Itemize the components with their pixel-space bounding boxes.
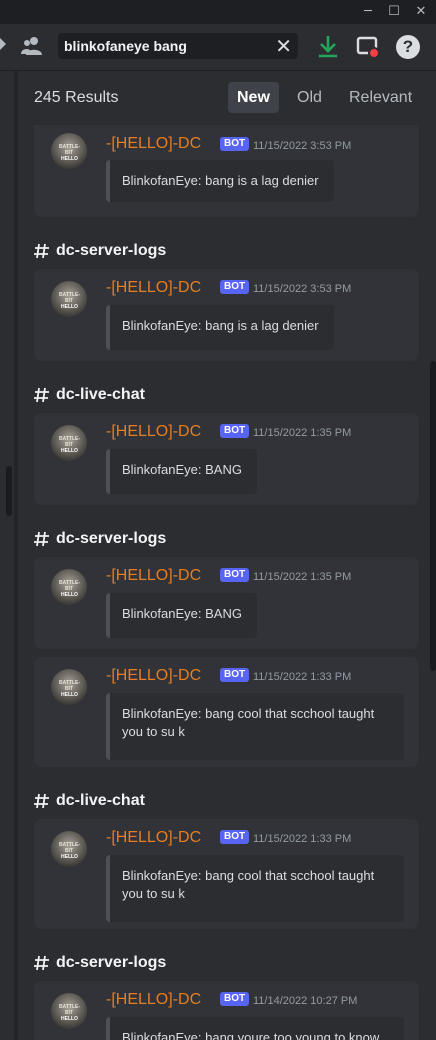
text-channel-icon bbox=[34, 387, 50, 403]
results-count: 245 Results bbox=[34, 89, 119, 106]
message-text: BlinkofanEye: bang cool that scchool tau… bbox=[122, 868, 375, 901]
message-text: BlinkofanEye: bang is a lag denier bbox=[122, 173, 319, 188]
timestamp: 11/15/2022 3:53 PM bbox=[253, 140, 352, 152]
close-window-button[interactable]: ✕ bbox=[410, 2, 432, 22]
scrollbar-thumb[interactable] bbox=[6, 466, 12, 516]
people-icon[interactable] bbox=[21, 36, 43, 56]
maximize-button[interactable]: ☐ bbox=[383, 2, 405, 22]
avatar[interactable]: BATTLE-BIT HELLO bbox=[51, 425, 87, 461]
channel-name[interactable]: dc-server-logs bbox=[56, 530, 166, 548]
screen-share-icon[interactable] bbox=[356, 35, 380, 59]
timestamp: 11/15/2022 1:33 PM bbox=[253, 833, 352, 845]
message-embed: BlinkofanEye: bang is a lag denier bbox=[106, 160, 334, 202]
message-embed: BlinkofanEye: bang cool that scchool tau… bbox=[106, 855, 404, 922]
message-embed: BlinkofanEye: BANG bbox=[106, 593, 257, 638]
timestamp: 11/15/2022 1:35 PM bbox=[253, 427, 352, 439]
sort-new-button[interactable]: New bbox=[228, 82, 279, 113]
collapse-arrow-icon[interactable] bbox=[0, 38, 6, 50]
bot-badge: BOT bbox=[220, 992, 250, 1006]
message-text: BlinkofanEye: bang cool that scchool tau… bbox=[122, 706, 375, 739]
channel-header[interactable]: dc-live-chat bbox=[34, 790, 145, 812]
bot-badge: BOT bbox=[220, 568, 250, 582]
avatar[interactable]: BATTLE-BIT HELLO bbox=[51, 669, 87, 705]
help-icon[interactable]: ? bbox=[396, 35, 420, 59]
channel-name[interactable]: dc-live-chat bbox=[56, 792, 145, 810]
message-embed: BlinkofanEye: bang is a lag denier bbox=[106, 305, 334, 350]
bot-badge: BOT bbox=[220, 668, 250, 682]
results-header: 245 Results New Old Relevant bbox=[18, 71, 436, 125]
search-value[interactable]: blinkofaneye bang bbox=[64, 38, 187, 54]
avatar[interactable]: BATTLE-BIT HELLO bbox=[51, 133, 87, 169]
channel-header[interactable]: dc-server-logs bbox=[34, 952, 166, 974]
bot-badge: BOT bbox=[220, 830, 250, 844]
author-name[interactable]: -[HELLO]-DC bbox=[106, 667, 201, 685]
search-results-panel: 245 Results New Old Relevant BATTLE-BIT H… bbox=[18, 71, 436, 1040]
search-result[interactable]: BATTLE-BIT HELLO -[HELLO]-DC BOT 11/15/20… bbox=[34, 413, 419, 505]
search-result[interactable]: BATTLE-BIT HELLO -[HELLO]-DC BOT 11/15/20… bbox=[34, 819, 419, 929]
text-channel-icon bbox=[34, 793, 50, 809]
author-name[interactable]: -[HELLO]-DC bbox=[106, 829, 201, 847]
message-text: BlinkofanEye: bang is a lag denier bbox=[122, 318, 319, 333]
channel-name[interactable]: dc-live-chat bbox=[56, 386, 145, 404]
timestamp: 11/15/2022 1:33 PM bbox=[253, 671, 352, 683]
sort-old-button[interactable]: Old bbox=[288, 82, 331, 113]
search-result[interactable]: BATTLE-BIT HELLO -[HELLO]-DC BOT 11/15/20… bbox=[34, 557, 419, 649]
text-channel-icon bbox=[34, 243, 50, 259]
channel-name[interactable]: dc-server-logs bbox=[56, 954, 166, 972]
author-name[interactable]: -[HELLO]-DC bbox=[106, 991, 201, 1009]
search-result[interactable]: BATTLE-BIT HELLO -[HELLO]-DC BOT 11/14/20… bbox=[34, 981, 419, 1040]
avatar[interactable]: BATTLE-BIT HELLO bbox=[51, 281, 87, 317]
channel-name[interactable]: dc-server-logs bbox=[56, 242, 166, 260]
message-embed: BlinkofanEye: bang youre too young to kn… bbox=[106, 1017, 404, 1040]
search-result[interactable]: BATTLE-BIT HELLO -[HELLO]-DC BOT 11/15/20… bbox=[34, 269, 419, 361]
author-name[interactable]: -[HELLO]-DC bbox=[106, 279, 201, 297]
timestamp: 11/15/2022 3:53 PM bbox=[253, 283, 352, 295]
author-name[interactable]: -[HELLO]-DC bbox=[106, 567, 201, 585]
author-name[interactable]: -[HELLO]-DC bbox=[106, 423, 201, 441]
minimize-button[interactable]: ─ bbox=[357, 2, 379, 22]
message-text: BlinkofanEye: BANG bbox=[122, 606, 242, 621]
message-embed: BlinkofanEye: BANG bbox=[106, 449, 257, 494]
download-icon[interactable] bbox=[317, 35, 339, 59]
channel-header[interactable]: dc-server-logs bbox=[34, 240, 166, 262]
text-channel-icon bbox=[34, 955, 50, 971]
avatar[interactable]: BATTLE-BIT HELLO bbox=[51, 993, 87, 1029]
search-input[interactable]: blinkofaneye bang ✕ bbox=[58, 33, 298, 59]
search-result[interactable]: BATTLE-BIT HELLO -[HELLO]-DC BOT 11/15/20… bbox=[34, 657, 419, 767]
author-name[interactable]: -[HELLO]-DC bbox=[106, 135, 201, 153]
text-channel-icon bbox=[34, 531, 50, 547]
message-embed: BlinkofanEye: bang cool that scchool tau… bbox=[106, 693, 404, 760]
sort-relevant-button[interactable]: Relevant bbox=[340, 82, 421, 113]
channel-header[interactable]: dc-live-chat bbox=[34, 384, 145, 406]
timestamp: 11/14/2022 10:27 PM bbox=[253, 995, 358, 1007]
message-text: BlinkofanEye: BANG bbox=[122, 462, 242, 477]
timestamp: 11/15/2022 1:35 PM bbox=[253, 571, 352, 583]
search-result[interactable]: BATTLE-BIT HELLO -[HELLO]-DC BOT 11/15/20… bbox=[34, 117, 419, 217]
avatar[interactable]: BATTLE-BIT HELLO bbox=[51, 569, 87, 605]
title-bar: ─ ☐ ✕ bbox=[0, 0, 436, 24]
results-scrollbar[interactable] bbox=[430, 361, 436, 671]
bot-badge: BOT bbox=[220, 424, 250, 438]
toolbar: blinkofaneye bang ✕ ? bbox=[0, 24, 436, 71]
channel-list-edge bbox=[0, 71, 18, 1040]
bot-badge: BOT bbox=[220, 280, 250, 294]
avatar[interactable]: BATTLE-BIT HELLO bbox=[51, 831, 87, 867]
channel-header[interactable]: dc-server-logs bbox=[34, 528, 166, 550]
bot-badge: BOT bbox=[220, 137, 250, 151]
message-text: BlinkofanEye: bang youre too young to kn… bbox=[122, 1030, 380, 1040]
clear-search-icon[interactable]: ✕ bbox=[275, 34, 292, 58]
